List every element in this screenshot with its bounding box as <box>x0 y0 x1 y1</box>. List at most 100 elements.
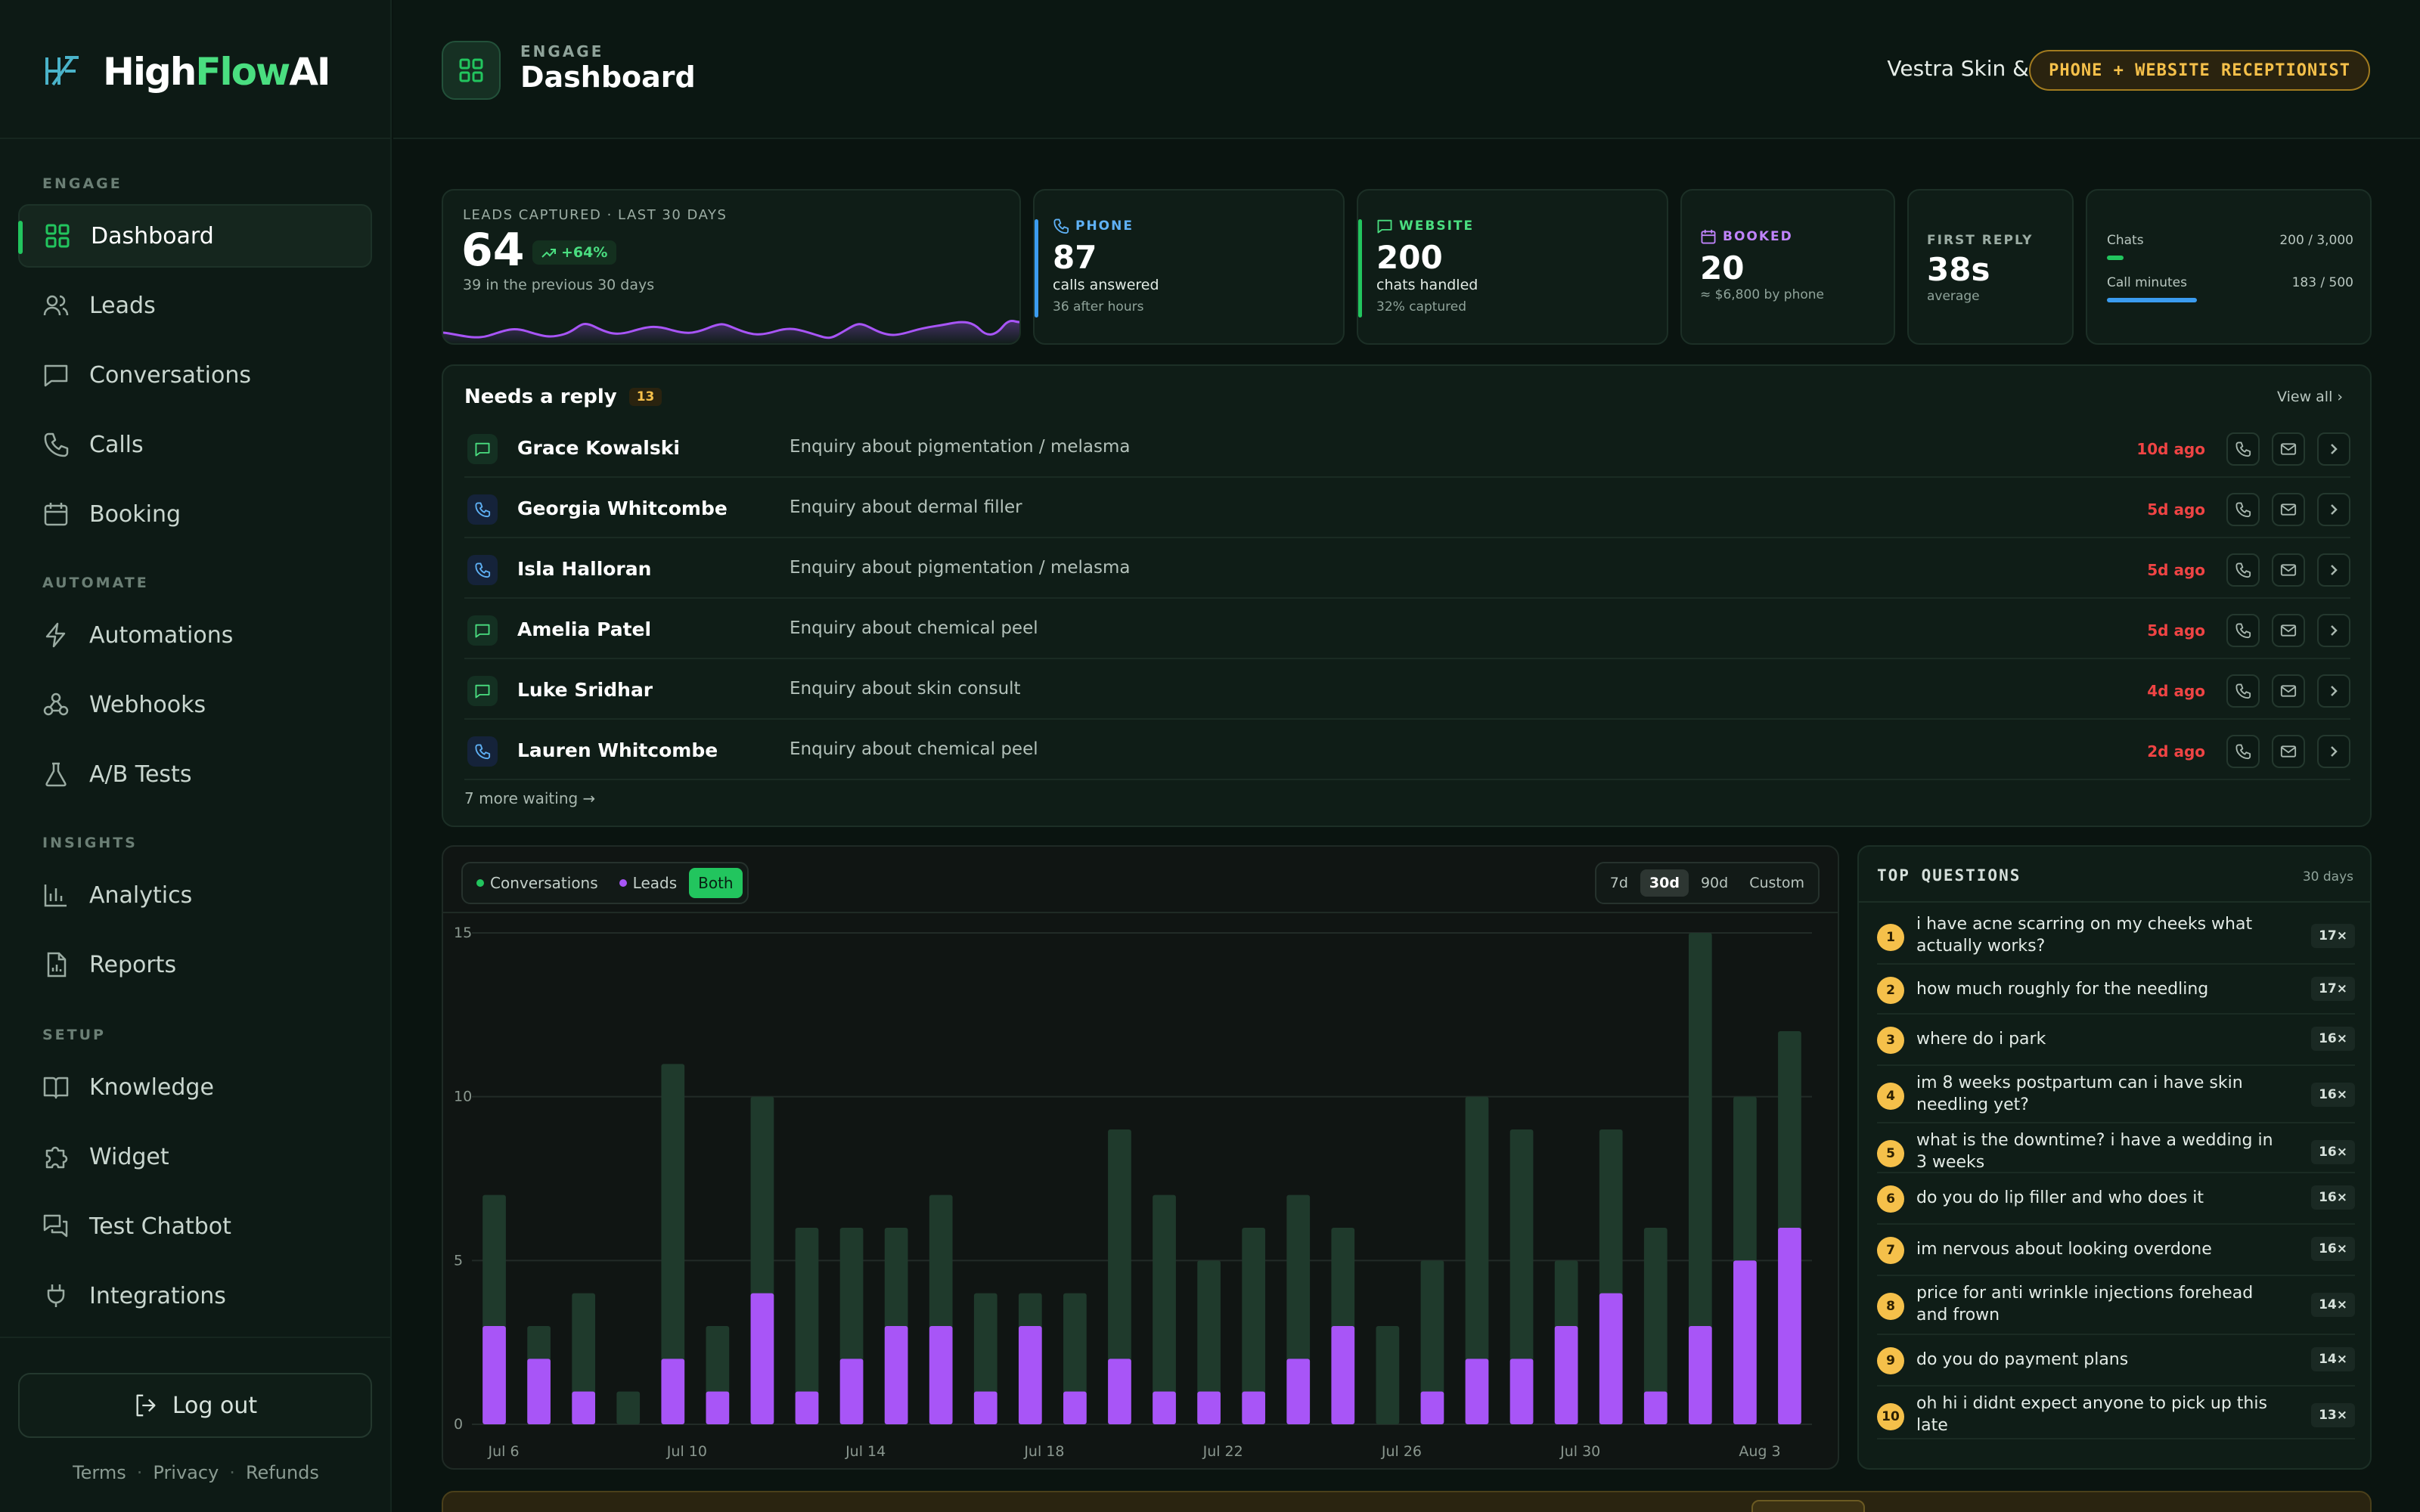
bar-leads[interactable] <box>706 1391 730 1424</box>
sidebar-item-booking[interactable]: Booking <box>18 482 372 546</box>
leads-captured-card[interactable]: LEADS CAPTURED · LAST 30 DAYS 64 +64% 39… <box>442 189 1021 345</box>
question-row[interactable]: 2 how much roughly for the needling 17× <box>1877 965 2355 1015</box>
reply-row[interactable]: Isla Halloran Enquiry about pigmentation … <box>464 540 2350 599</box>
lead-name[interactable]: Isla Halloran <box>517 558 651 580</box>
bar-leads[interactable] <box>1018 1326 1042 1424</box>
bar-leads[interactable] <box>527 1359 551 1424</box>
range-90d[interactable]: 90d <box>1692 869 1737 897</box>
logout-button[interactable]: Log out <box>18 1373 372 1438</box>
call-button[interactable] <box>2226 432 2260 466</box>
sidebar-item-webhooks[interactable]: Webhooks <box>18 673 372 736</box>
bar-leads[interactable] <box>1778 1228 1801 1424</box>
reply-row[interactable]: Grace Kowalski Enquiry about pigmentation… <box>464 419 2350 478</box>
website-stat-card[interactable]: WEBSITE 200 chats handled 32% captured <box>1357 189 1668 345</box>
bar-leads[interactable] <box>1331 1326 1355 1424</box>
open-button[interactable] <box>2317 614 2350 647</box>
reply-row[interactable]: Lauren Whitcombe Enquiry about chemical p… <box>464 721 2350 780</box>
sidebar-item-leads[interactable]: Leads <box>18 274 372 337</box>
bar-leads[interactable] <box>1420 1391 1444 1424</box>
bar-leads[interactable] <box>839 1359 864 1424</box>
bar-leads[interactable] <box>572 1391 596 1424</box>
bar-leads[interactable] <box>1643 1391 1668 1424</box>
more-waiting-link[interactable]: 7 more waiting → <box>464 789 595 807</box>
open-button[interactable] <box>2317 674 2350 708</box>
email-button[interactable] <box>2272 493 2305 526</box>
email-button[interactable] <box>2272 614 2305 647</box>
open-button[interactable] <box>2317 432 2350 466</box>
bar-leads[interactable] <box>1108 1359 1131 1424</box>
brand-logo[interactable]: HighFlowAI <box>42 45 331 98</box>
booked-stat-card[interactable]: BOOKED 20 ≈ $6,800 by phone <box>1680 189 1895 345</box>
terms-link[interactable]: Terms <box>73 1462 126 1483</box>
question-row[interactable]: 9 do you do payment plans 14× <box>1877 1335 2355 1387</box>
sidebar-item-knowledge[interactable]: Knowledge <box>18 1055 372 1119</box>
view-all-link[interactable]: View all › <box>2277 389 2343 405</box>
email-button[interactable] <box>2272 553 2305 587</box>
bar-leads[interactable] <box>1242 1391 1266 1424</box>
open-button[interactable] <box>2317 493 2350 526</box>
bar-leads[interactable] <box>973 1391 997 1424</box>
bar-leads[interactable] <box>661 1359 685 1424</box>
lead-name[interactable]: Luke Sridhar <box>517 679 653 701</box>
sidebar-item-ab-tests[interactable]: A/B Tests <box>18 742 372 806</box>
bar-leads[interactable] <box>1599 1293 1623 1424</box>
bar-leads[interactable] <box>1733 1260 1757 1424</box>
sidebar-item-integrations[interactable]: Integrations <box>18 1264 372 1328</box>
sidebar-item-dashboard[interactable]: Dashboard <box>18 204 372 268</box>
bar-leads[interactable] <box>1688 1326 1712 1424</box>
range-30d[interactable]: 30d <box>1640 869 1689 897</box>
open-button[interactable] <box>2317 735 2350 768</box>
toggle-conversations[interactable]: Conversations <box>467 868 607 898</box>
sidebar-item-calls[interactable]: Calls <box>18 413 372 476</box>
reply-row[interactable]: Georgia Whitcombe Enquiry about dermal fi… <box>464 479 2350 538</box>
bar-leads[interactable] <box>1465 1359 1489 1424</box>
range-7d[interactable]: 7d <box>1601 869 1637 897</box>
toggle-both[interactable]: Both <box>689 868 743 898</box>
bar-leads[interactable] <box>1153 1391 1176 1424</box>
privacy-link[interactable]: Privacy <box>153 1462 219 1483</box>
call-button[interactable] <box>2226 674 2260 708</box>
bar-leads[interactable] <box>795 1391 819 1424</box>
question-row[interactable]: 1 i have acne scarring on my cheeks what … <box>1877 907 2355 965</box>
lead-name[interactable]: Amelia Patel <box>517 618 651 640</box>
question-row[interactable]: 7 im nervous about looking overdone 16× <box>1877 1225 2355 1276</box>
sidebar-item-automations[interactable]: Automations <box>18 603 372 667</box>
question-row[interactable]: 6 do you do lip filler and who does it 16× <box>1877 1173 2355 1225</box>
bar-leads[interactable] <box>929 1326 953 1424</box>
bar-leads[interactable] <box>1509 1359 1534 1424</box>
bar-leads[interactable] <box>1063 1391 1087 1424</box>
refunds-link[interactable]: Refunds <box>246 1462 319 1483</box>
question-row[interactable]: 8 price for anti wrinkle injections foreh… <box>1877 1276 2355 1335</box>
question-row[interactable]: 4 im 8 weeks postpartum can i have skin n… <box>1877 1066 2355 1123</box>
sidebar-item-conversations[interactable]: Conversations <box>18 343 372 407</box>
sidebar-item-analytics[interactable]: Analytics <box>18 863 372 927</box>
lead-name[interactable]: Grace Kowalski <box>517 437 680 459</box>
question-row[interactable]: 10 oh hi i didnt expect anyone to pick up… <box>1877 1387 2355 1439</box>
reply-row[interactable]: Luke Sridhar Enquiry about skin consult 4d… <box>464 661 2350 720</box>
bar-leads[interactable] <box>1286 1359 1311 1424</box>
call-button[interactable] <box>2226 553 2260 587</box>
reply-row[interactable]: Amelia Patel Enquiry about chemical peel 5… <box>464 600 2350 659</box>
open-button[interactable] <box>2317 553 2350 587</box>
bar-conversations[interactable] <box>1376 1326 1400 1424</box>
email-button[interactable] <box>2272 432 2305 466</box>
sidebar-item-test-chatbot[interactable]: Test Chatbot <box>18 1194 372 1258</box>
email-button[interactable] <box>2272 735 2305 768</box>
question-row[interactable]: 5 what is the downtime? i have a wedding … <box>1877 1123 2355 1173</box>
question-row[interactable]: 3 where do i park 16× <box>1877 1015 2355 1066</box>
bar-leads[interactable] <box>884 1326 908 1424</box>
bar-leads[interactable] <box>482 1326 506 1424</box>
sidebar-item-widget[interactable]: Widget <box>18 1125 372 1188</box>
call-button[interactable] <box>2226 614 2260 647</box>
bar-leads[interactable] <box>1554 1326 1578 1424</box>
call-button[interactable] <box>2226 493 2260 526</box>
toggle-leads[interactable]: Leads <box>610 868 686 898</box>
first-reply-stat-card[interactable]: FIRST REPLY 38s average <box>1907 189 2074 345</box>
bar-conversations[interactable] <box>616 1391 641 1424</box>
sidebar-item-reports[interactable]: Reports <box>18 933 372 996</box>
email-button[interactable] <box>2272 674 2305 708</box>
range-custom[interactable]: Custom <box>1740 869 1813 897</box>
call-button[interactable] <box>2226 735 2260 768</box>
phone-stat-card[interactable]: PHONE 87 calls answered 36 after hours <box>1033 189 1345 345</box>
lead-name[interactable]: Georgia Whitcombe <box>517 497 728 519</box>
